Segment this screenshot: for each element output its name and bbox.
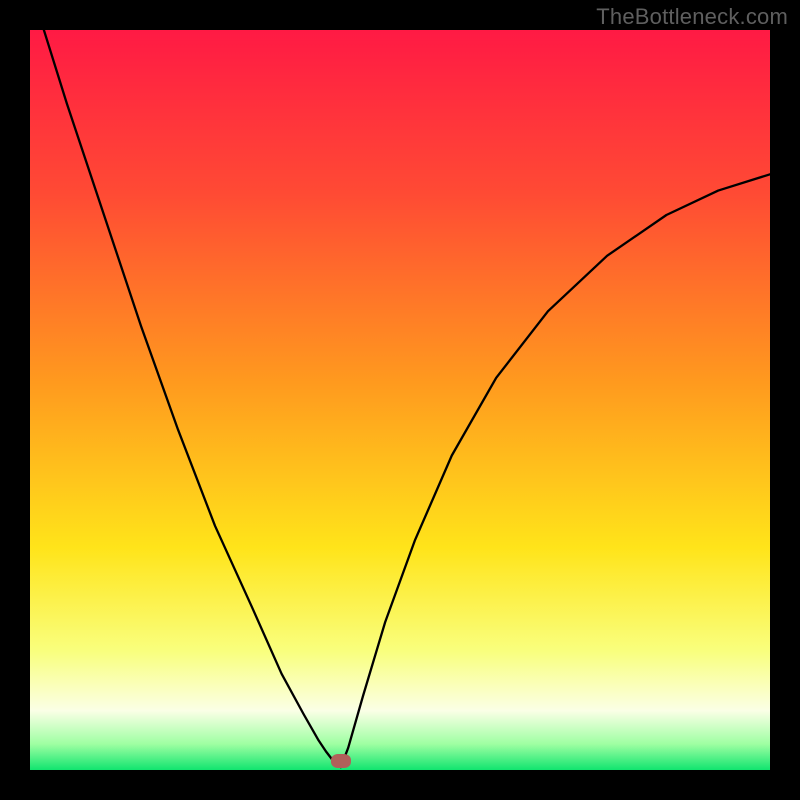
optimum-marker xyxy=(331,754,351,768)
watermark-text: TheBottleneck.com xyxy=(596,4,788,30)
curve-right-branch xyxy=(341,174,770,767)
plot-area xyxy=(30,30,770,770)
bottleneck-curve xyxy=(30,30,770,770)
chart-frame: TheBottleneck.com xyxy=(0,0,800,800)
curve-left-branch xyxy=(30,30,341,767)
